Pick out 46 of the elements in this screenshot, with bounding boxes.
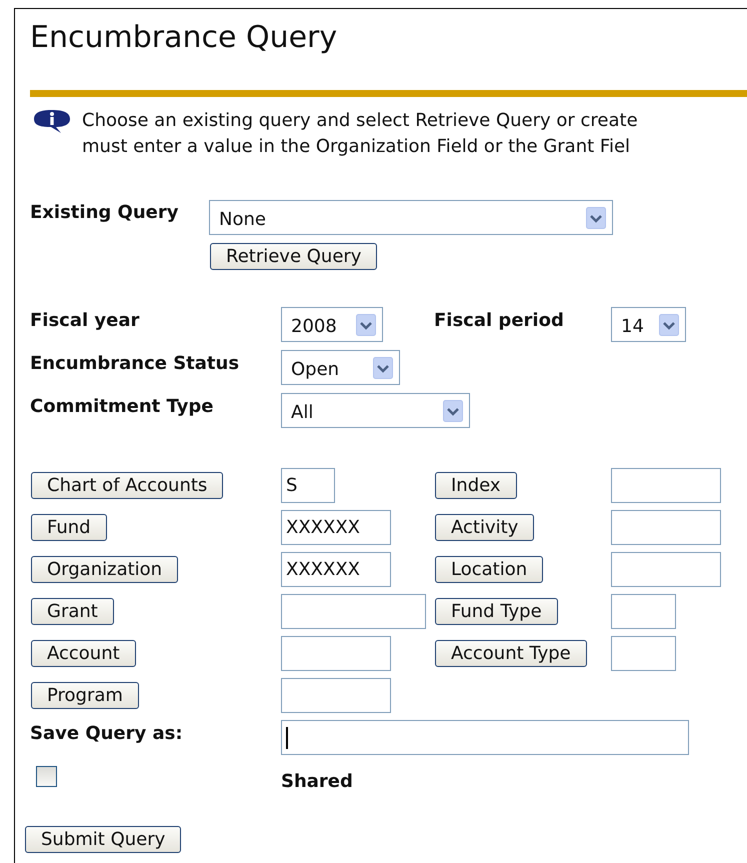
input-field[interactable]	[611, 636, 676, 671]
lookup-button[interactable]: Fund Type	[435, 598, 558, 625]
lookup-button[interactable]: Organization	[31, 556, 178, 583]
caret-icon	[373, 356, 393, 378]
shared-checkbox[interactable]	[36, 766, 57, 787]
input-field[interactable]	[611, 594, 676, 629]
existing-query-dropdown[interactable]: None	[209, 200, 613, 235]
input-field[interactable]: S	[281, 468, 335, 503]
commitment-type-dropdown[interactable]: All	[281, 393, 470, 428]
lookup-button[interactable]: Account Type	[435, 640, 587, 667]
submit-query-button[interactable]: Submit Query	[25, 826, 182, 853]
caret-icon	[356, 314, 376, 336]
input-field[interactable]: XXXXXX	[281, 552, 391, 587]
status-dropdown[interactable]: Open	[281, 350, 400, 385]
field-label: Commitment Type	[30, 395, 214, 419]
retrieve-query-button[interactable]: Retrieve Query	[210, 243, 378, 270]
shared-label: Shared	[281, 770, 354, 794]
input-field[interactable]: XXXXXX	[281, 510, 391, 545]
save-query-field[interactable]	[281, 720, 689, 755]
input-field[interactable]	[611, 468, 721, 503]
fiscal-period-dropdown[interactable]: 14	[611, 307, 686, 342]
input-field[interactable]	[281, 636, 391, 671]
lookup-button[interactable]: Account	[31, 640, 136, 667]
save-query-label: Save Query as:	[30, 722, 184, 746]
instruction-text: must enter a value in the Organization Field or the Grant Fiel	[82, 135, 632, 159]
field-label: Fiscal period	[434, 309, 565, 333]
lookup-button[interactable]: Location	[435, 556, 544, 583]
lookup-button[interactable]: Grant	[31, 598, 114, 625]
lookup-button[interactable]: Fund	[31, 514, 107, 541]
field-label: Encumbrance Status	[30, 352, 240, 376]
caret-icon	[443, 400, 463, 422]
fiscal-year-dropdown[interactable]: 2008	[281, 307, 383, 342]
input-field[interactable]	[611, 552, 721, 587]
input-field[interactable]	[611, 510, 721, 545]
existing-query-label: Existing Query	[30, 201, 180, 225]
lookup-button[interactable]: Activity	[435, 514, 534, 541]
caret-icon	[659, 314, 679, 336]
instruction-text: Choose an existing query and select Retrieve Query or create	[82, 109, 638, 133]
lookup-button[interactable]: Index	[435, 472, 517, 499]
caret-icon	[586, 206, 606, 228]
lookup-button[interactable]: Chart of Accounts	[31, 472, 224, 499]
lookup-button[interactable]: Program	[31, 682, 139, 709]
input-field[interactable]	[281, 678, 391, 713]
page-title: Encumbrance Query	[30, 19, 338, 57]
input-field[interactable]	[281, 594, 426, 629]
field-label: Fiscal year	[30, 309, 140, 333]
